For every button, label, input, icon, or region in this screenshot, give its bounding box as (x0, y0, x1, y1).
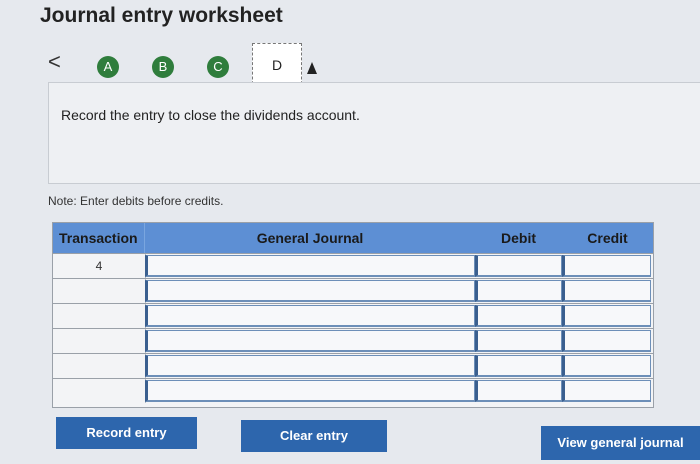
debit-field[interactable] (475, 255, 562, 277)
account-field[interactable] (145, 305, 475, 327)
transaction-cell (53, 329, 146, 353)
debit-field[interactable] (475, 305, 562, 327)
view-general-journal-button[interactable]: View general journal (541, 426, 700, 460)
transaction-cell (53, 304, 146, 328)
header-credit: Credit (562, 223, 653, 253)
transaction-cell (53, 379, 146, 403)
table-row (53, 353, 653, 378)
debit-field[interactable] (475, 280, 562, 302)
table-row (53, 378, 653, 403)
account-field[interactable] (145, 380, 475, 402)
mouse-cursor-icon (307, 62, 317, 74)
table-row: 4 (53, 253, 653, 278)
transaction-cell: 4 (53, 254, 146, 278)
debit-field[interactable] (475, 355, 562, 377)
credit-field[interactable] (562, 355, 651, 377)
record-entry-button[interactable]: Record entry (56, 417, 197, 449)
account-field[interactable] (145, 330, 475, 352)
step-a-button[interactable]: A (97, 56, 119, 78)
instruction-text: Record the entry to close the dividends … (61, 107, 360, 123)
page-title: Journal entry worksheet (40, 4, 283, 27)
debit-field[interactable] (475, 330, 562, 352)
account-field[interactable] (145, 355, 475, 377)
account-field[interactable] (145, 255, 475, 277)
header-debit: Debit (475, 223, 563, 253)
credit-field[interactable] (562, 305, 651, 327)
transaction-cell (53, 279, 146, 303)
journal-table: Transaction General Journal Debit Credit… (52, 222, 654, 408)
debit-field[interactable] (475, 380, 562, 402)
step-c-button[interactable]: C (207, 56, 229, 78)
instruction-panel (48, 82, 700, 184)
table-row (53, 328, 653, 353)
header-transaction: Transaction (53, 223, 145, 253)
table-row (53, 278, 653, 303)
credit-field[interactable] (562, 255, 651, 277)
account-field[interactable] (145, 280, 475, 302)
step-b-button[interactable]: B (152, 56, 174, 78)
table-row (53, 303, 653, 328)
credit-field[interactable] (562, 380, 651, 402)
back-arrow-icon[interactable]: < (48, 51, 61, 73)
credit-field[interactable] (562, 280, 651, 302)
clear-entry-button[interactable]: Clear entry (241, 420, 387, 452)
credit-field[interactable] (562, 330, 651, 352)
header-general-journal: General Journal (145, 223, 476, 253)
note-text: Note: Enter debits before credits. (48, 194, 224, 208)
transaction-cell (53, 354, 146, 378)
